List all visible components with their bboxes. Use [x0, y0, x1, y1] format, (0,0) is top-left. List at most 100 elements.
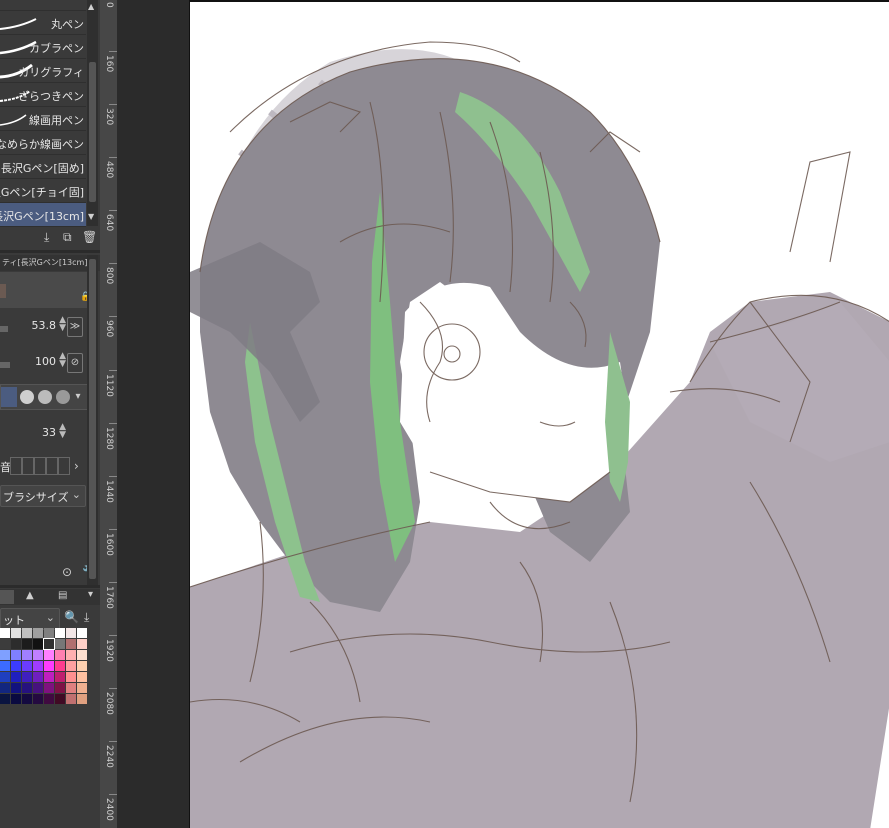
brush-reset-icon[interactable]: ⊙: [62, 565, 72, 579]
color-slider-tab-icon[interactable]: ▤: [58, 590, 67, 601]
tip-circle-2[interactable]: [38, 390, 52, 404]
color-set-tab[interactable]: [0, 590, 14, 604]
scroll-down-icon[interactable]: ▼: [88, 212, 94, 221]
opacity-slider[interactable]: [0, 362, 10, 368]
tab-menu-icon[interactable]: ▾: [88, 589, 93, 600]
color-swatch[interactable]: [22, 694, 32, 704]
property-scrollbar[interactable]: [87, 255, 98, 585]
color-swatch[interactable]: [22, 650, 32, 660]
brush-size-value[interactable]: 53.8: [32, 319, 57, 332]
color-swatch[interactable]: [66, 650, 76, 660]
color-swatch[interactable]: [33, 672, 43, 682]
color-swatch[interactable]: [11, 650, 21, 660]
color-swatch[interactable]: [66, 661, 76, 671]
color-swatch[interactable]: [22, 628, 32, 638]
brush-item-kabura-pen[interactable]: カブラペン: [0, 35, 86, 59]
brush-item-maru-pen[interactable]: 丸ペン: [0, 11, 86, 35]
color-swatch[interactable]: [77, 672, 87, 682]
color-swatch[interactable]: [44, 661, 54, 671]
color-swatch[interactable]: [44, 694, 54, 704]
color-swatch[interactable]: [44, 628, 54, 638]
pressure-size-button[interactable]: ≫: [67, 317, 83, 337]
opacity-value[interactable]: 100: [35, 355, 56, 368]
tip-dropdown-icon[interactable]: ▾: [71, 387, 85, 407]
color-swatch[interactable]: [11, 683, 21, 693]
color-swatch[interactable]: [11, 694, 21, 704]
tip-selected[interactable]: [1, 387, 17, 407]
ink-arrow-icon[interactable]: ›: [74, 459, 79, 473]
color-swatch[interactable]: [11, 628, 21, 638]
stabilization-spinner-icon[interactable]: ▲ ▼: [59, 423, 66, 440]
brush-item-calligraphy[interactable]: カリグラフィ: [0, 59, 86, 83]
color-swatch[interactable]: [55, 661, 65, 671]
color-swatch[interactable]: [77, 628, 87, 638]
color-swatch[interactable]: [22, 661, 32, 671]
brush-item-zaratsuki-pen[interactable]: ざらつきペン: [0, 83, 86, 107]
brush-item-senga-pen[interactable]: 線画用ペン: [0, 107, 86, 131]
color-swatch[interactable]: [66, 683, 76, 693]
color-swatch[interactable]: [0, 672, 10, 682]
brush-size-spinner-icon[interactable]: ▲ ▼: [59, 316, 66, 333]
color-swatch[interactable]: [33, 639, 43, 649]
color-swatch[interactable]: [44, 672, 54, 682]
brush-item-nagasawa-choikata[interactable]: 長沢Gペン[チョイ固]: [0, 179, 86, 203]
color-swatch[interactable]: [66, 672, 76, 682]
color-swatch[interactable]: [11, 672, 21, 682]
color-swatch[interactable]: [0, 639, 10, 649]
brush-list-scrollbar[interactable]: ▲ ▼: [87, 0, 98, 226]
scrollbar-thumb[interactable]: [89, 259, 96, 579]
color-swatch[interactable]: [33, 650, 43, 660]
brush-item-nameraka-pen[interactable]: なめらか線画ペン: [0, 131, 86, 155]
import-color-icon[interactable]: ⤓: [84, 610, 89, 625]
color-swatch[interactable]: [11, 639, 21, 649]
color-swatch[interactable]: [33, 661, 43, 671]
scrollbar-thumb[interactable]: [89, 62, 96, 202]
color-swatch[interactable]: [66, 694, 76, 704]
color-swatch[interactable]: [43, 638, 55, 650]
color-swatch[interactable]: [0, 683, 10, 693]
color-swatch[interactable]: [55, 628, 65, 638]
size-mode-dropdown[interactable]: ブラシサイズ ⌄: [0, 485, 86, 507]
color-swatch[interactable]: [66, 628, 76, 638]
color-swatch[interactable]: [0, 628, 10, 638]
color-swatch[interactable]: [66, 639, 76, 649]
drawing-canvas[interactable]: [189, 0, 889, 828]
color-swatch[interactable]: [77, 694, 87, 704]
color-swatch[interactable]: [0, 650, 10, 660]
color-swatch[interactable]: [44, 683, 54, 693]
color-swatch[interactable]: [0, 694, 10, 704]
color-circle-tab-icon[interactable]: ▲: [26, 590, 34, 601]
pressure-opacity-button[interactable]: ⊘: [67, 353, 83, 373]
color-swatch[interactable]: [77, 683, 87, 693]
color-swatch[interactable]: [22, 672, 32, 682]
color-swatch[interactable]: [77, 639, 87, 649]
brush-item-nagasawa-katame[interactable]: 長沢Gペン[固め]: [0, 155, 86, 179]
color-set-dropdown[interactable]: ット ⌄: [0, 608, 60, 630]
color-swatch[interactable]: [33, 694, 43, 704]
color-swatch[interactable]: [77, 650, 87, 660]
color-swatch[interactable]: [22, 639, 32, 649]
color-swatch[interactable]: [55, 694, 65, 704]
ink-slots[interactable]: [10, 457, 70, 475]
tip-circle-3[interactable]: [56, 390, 70, 404]
tip-circle-1[interactable]: [20, 390, 34, 404]
brush-item-partial[interactable]: [0, 0, 86, 11]
brush-item-nagasawa-13cm[interactable]: 長沢Gペン[13cm]: [0, 203, 86, 227]
brush-size-slider[interactable]: [0, 326, 8, 332]
color-swatch[interactable]: [22, 683, 32, 693]
duplicate-brush-icon[interactable]: ⧉: [63, 230, 72, 245]
color-swatch[interactable]: [33, 683, 43, 693]
color-swatch[interactable]: [55, 650, 65, 660]
color-swatch[interactable]: [55, 683, 65, 693]
delete-brush-icon[interactable]: 🗑: [82, 230, 97, 244]
color-swatch[interactable]: [33, 628, 43, 638]
search-color-icon[interactable]: 🔍: [64, 610, 79, 624]
color-swatch-grid[interactable]: [0, 628, 88, 708]
color-swatch[interactable]: [0, 661, 10, 671]
color-swatch[interactable]: [55, 639, 65, 649]
opacity-spinner-icon[interactable]: ▲ ▼: [59, 352, 66, 369]
stabilization-value[interactable]: 33: [42, 426, 56, 439]
import-brush-icon[interactable]: ⤓: [44, 230, 49, 245]
scroll-up-icon[interactable]: ▲: [88, 2, 94, 11]
color-swatch[interactable]: [77, 661, 87, 671]
